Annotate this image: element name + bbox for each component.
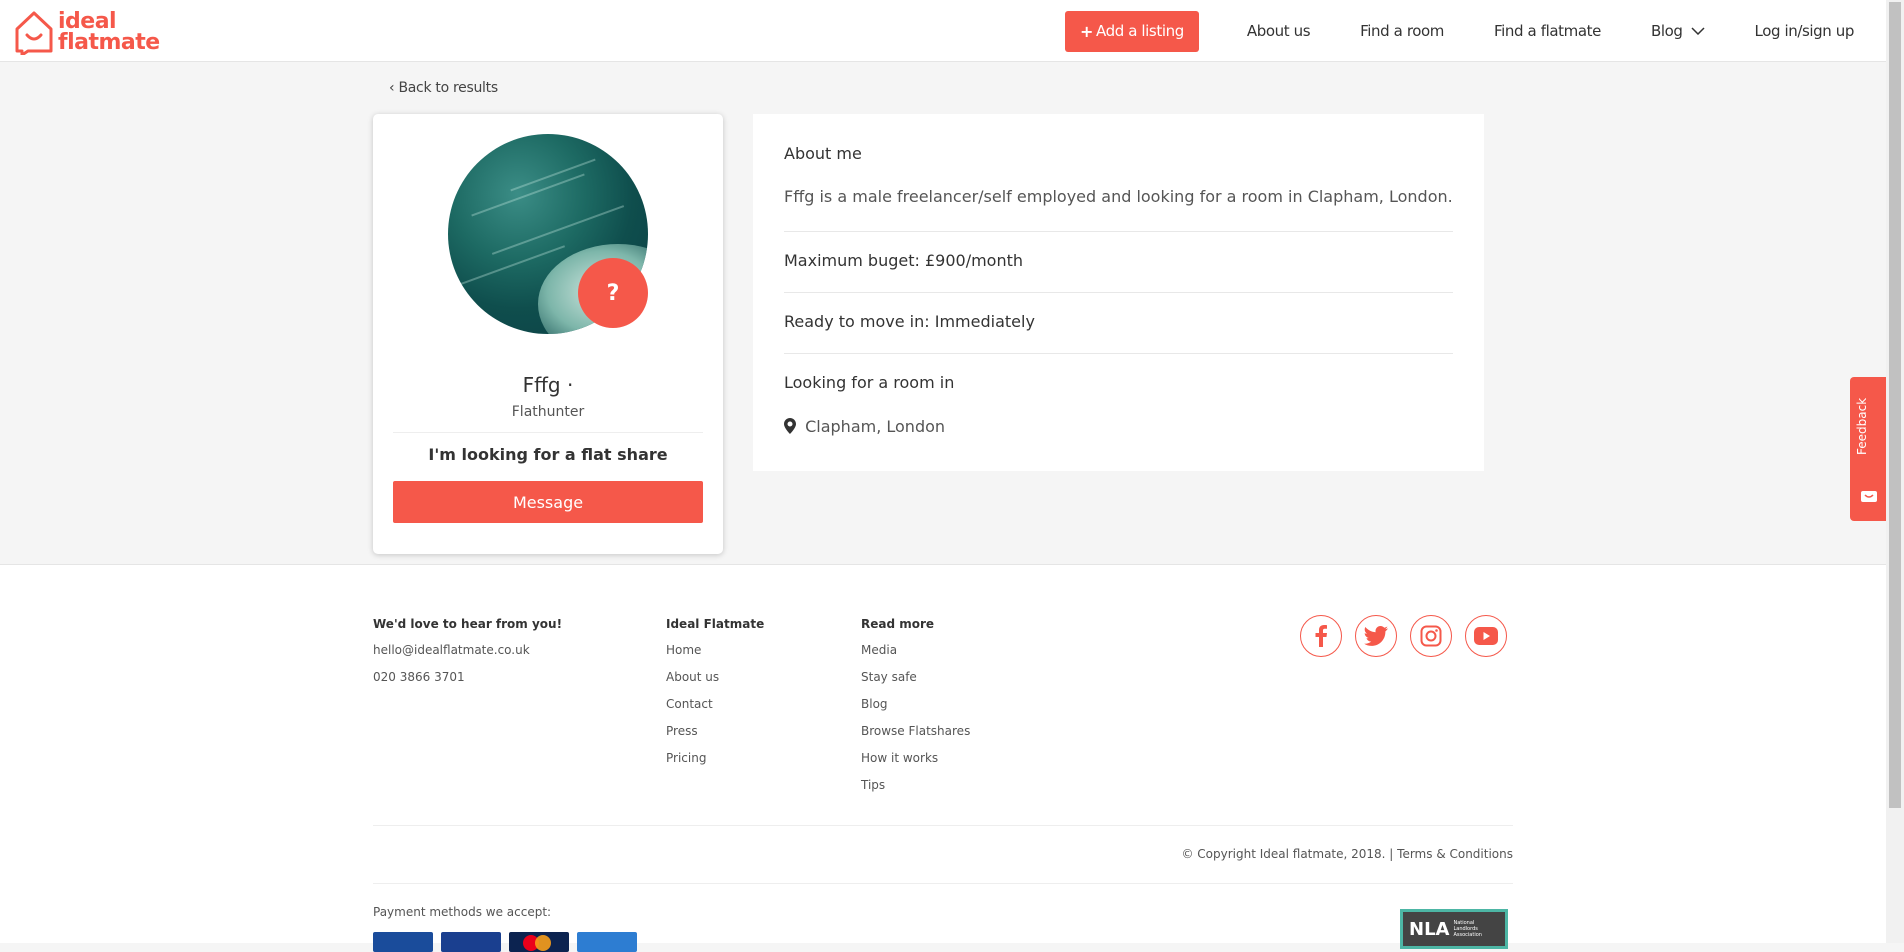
chat-icon <box>1861 491 1877 502</box>
logo[interactable]: ideal flatmate <box>14 9 160 55</box>
nla-logo-text: NLA <box>1409 918 1450 940</box>
site-footer: We'd love to hear from you! hello@idealf… <box>0 564 1886 952</box>
footer-ideal-heading: Ideal Flatmate <box>666 617 765 631</box>
divider <box>393 432 703 433</box>
site-header: ideal flatmate + Add a listing About us … <box>0 0 1886 62</box>
area-location: Clapham, London <box>784 417 945 436</box>
add-listing-label: Add a listing <box>1096 22 1184 40</box>
add-listing-button[interactable]: + Add a listing <box>1064 10 1199 52</box>
youtube-icon[interactable] <box>1465 615 1507 657</box>
footer-link-browse-flatshares[interactable]: Browse Flatshares <box>861 718 970 745</box>
area-heading: Looking for a room in <box>784 373 955 392</box>
nla-small-text: National Landlords Association <box>1453 920 1482 938</box>
footer-phone[interactable]: 020 3866 3701 <box>373 664 562 691</box>
scrollbar-thumb[interactable] <box>1889 2 1901 808</box>
nav-find-a-flatmate[interactable]: Find a flatmate <box>1494 22 1601 40</box>
copyright-text: © Copyright Ideal flatmate, 2018. | Term… <box>1181 847 1513 861</box>
american-express-card-icon <box>577 932 637 952</box>
profile-role: Flathunter <box>511 404 585 420</box>
twitter-icon[interactable] <box>1355 615 1397 657</box>
profile-details-panel: About me Fffg is a male freelancer/self … <box>753 114 1484 471</box>
visa-card-icon <box>441 932 501 952</box>
about-me-heading: About me <box>784 144 862 163</box>
footer-link-tips[interactable]: Tips <box>861 772 970 799</box>
footer-read-more-heading: Read more <box>861 617 935 631</box>
footer-link-blog[interactable]: Blog <box>861 691 970 718</box>
verification-badge[interactable]: ? <box>578 258 648 328</box>
nav-blog[interactable]: Blog <box>1651 22 1705 40</box>
footer-link-stay-safe[interactable]: Stay safe <box>861 664 970 691</box>
logo-text-line2: flatmate <box>58 30 160 55</box>
back-to-results-label: Back to results <box>398 80 498 96</box>
footer-link-pricing[interactable]: Pricing <box>666 745 764 772</box>
footer-link-media[interactable]: Media <box>861 637 970 664</box>
chevron-left-icon: ‹ <box>389 80 395 96</box>
footer-divider <box>373 883 1513 884</box>
page-scrollbar[interactable] <box>1886 0 1904 943</box>
move-in-text: Ready to move in: Immediately <box>784 312 1035 331</box>
footer-link-about-us[interactable]: About us <box>666 664 764 691</box>
area-location-label: Clapham, London <box>805 417 946 436</box>
nav-login-signup[interactable]: Log in/sign up <box>1755 22 1855 40</box>
budget-text: Maximum buget: £900/month <box>784 251 1024 270</box>
footer-read-more: Read more Media Stay safe Blog Browse Fl… <box>861 617 970 799</box>
message-button[interactable]: Message <box>393 481 703 523</box>
footer-link-press[interactable]: Press <box>666 718 764 745</box>
instagram-icon[interactable] <box>1410 615 1452 657</box>
footer-email-link[interactable]: hello@idealflatmate.co.uk <box>373 637 562 664</box>
chevron-down-icon <box>1690 27 1705 35</box>
profile-card: ? Fffg · Flathunter I'm looking for a fl… <box>373 114 723 554</box>
looking-for-text: I'm looking for a flat share <box>428 445 668 464</box>
footer-link-home[interactable]: Home <box>666 637 764 664</box>
nav-about-us[interactable]: About us <box>1247 22 1311 40</box>
facebook-icon[interactable] <box>1300 615 1342 657</box>
divider <box>784 292 1453 293</box>
about-me-text: Fffg is a male freelancer/self employed … <box>784 187 1453 206</box>
divider <box>784 231 1453 232</box>
feedback-label: Feedback <box>1855 397 1869 455</box>
main-nav: + Add a listing About us Find a room Fin… <box>1064 0 1886 62</box>
footer-contact: We'd love to hear from you! hello@idealf… <box>373 617 562 691</box>
feedback-tab[interactable]: Feedback <box>1850 377 1886 521</box>
footer-link-contact[interactable]: Contact <box>666 691 764 718</box>
back-to-results-link[interactable]: ‹ Back to results <box>389 80 498 96</box>
footer-link-how-it-works[interactable]: How it works <box>861 745 970 772</box>
social-links <box>1287 615 1507 657</box>
footer-contact-heading: We'd love to hear from you! <box>373 617 563 631</box>
payment-cards <box>373 932 645 952</box>
footer-ideal-flatmate: Ideal Flatmate Home About us Contact Pre… <box>666 617 764 772</box>
mastercard-icon <box>509 932 569 952</box>
plus-icon: + <box>1080 21 1094 41</box>
visa-electron-card-icon <box>373 932 433 952</box>
map-pin-icon <box>784 418 796 434</box>
profile-name: Fffg · <box>522 373 574 397</box>
payments-label: Payment methods we accept: <box>373 905 552 919</box>
nla-badge: NLA National Landlords Association <box>1400 909 1508 949</box>
nav-find-a-room[interactable]: Find a room <box>1360 22 1444 40</box>
nav-blog-label: Blog <box>1650 22 1683 40</box>
house-logo-icon <box>15 11 53 55</box>
divider <box>784 353 1453 354</box>
footer-divider <box>373 825 1513 826</box>
logo-text-line1: ideal <box>58 9 117 34</box>
